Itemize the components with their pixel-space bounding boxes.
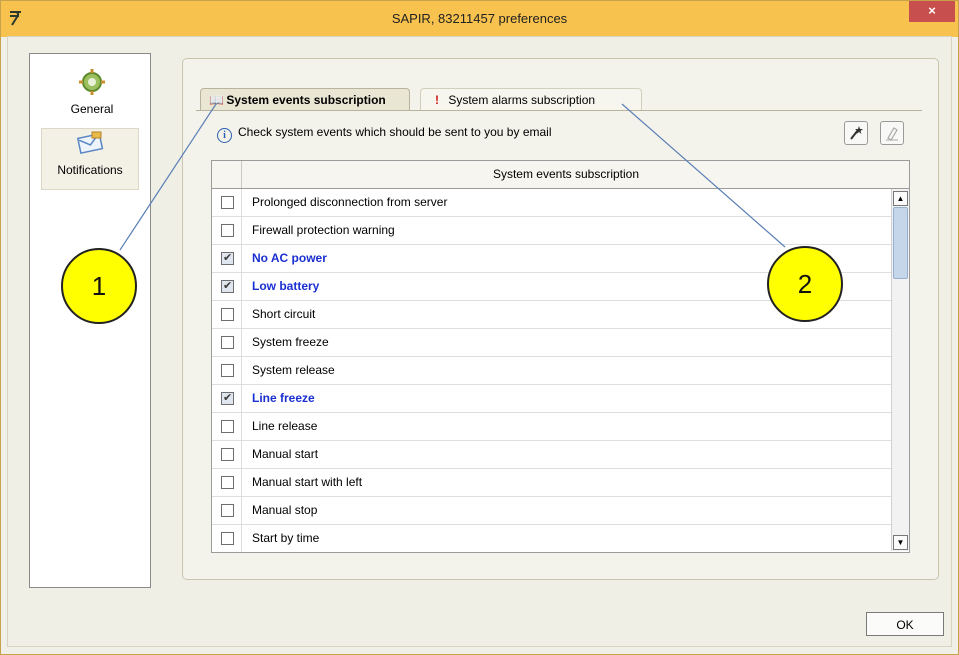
callout-lines xyxy=(119,103,786,251)
callout-2: 2 xyxy=(767,246,843,322)
callout-1: 1 xyxy=(61,248,137,324)
